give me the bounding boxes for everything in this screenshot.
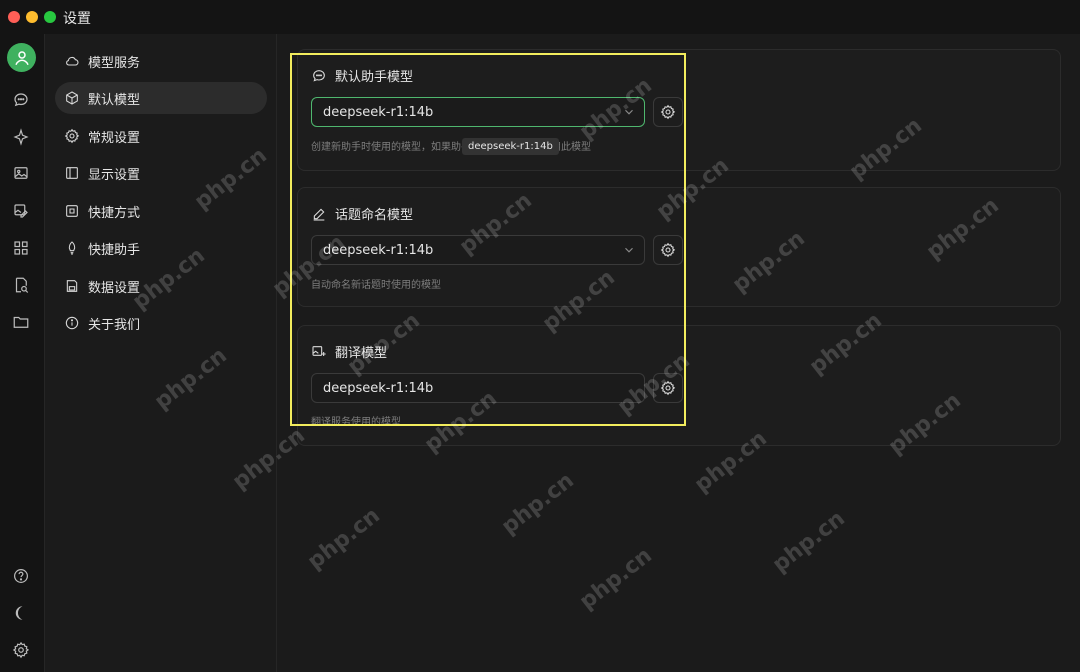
nav-item-shortcuts[interactable]: 快捷方式 [55, 195, 267, 227]
nav-item-general-settings[interactable]: 常规设置 [55, 120, 267, 152]
chevron-down-icon [625, 109, 633, 115]
model-tooltip: deepseek-r1:14b [462, 138, 559, 155]
zoom-window-button[interactable] [44, 11, 56, 23]
image-edit-icon[interactable] [10, 200, 32, 222]
title-bar: 设置 [0, 0, 1080, 34]
nav-item-model-service[interactable]: 模型服务 [55, 45, 267, 77]
default-assistant-model-settings-button[interactable] [653, 97, 683, 127]
nav-item-display-settings[interactable]: 显示设置 [55, 157, 267, 189]
nav-item-data-settings[interactable]: 数据设置 [55, 270, 267, 302]
section-title-text: 翻译模型 [335, 346, 388, 361]
cloud-icon [64, 53, 80, 69]
nav-item-label: 快捷方式 [88, 205, 141, 221]
nav-item-label: 常规设置 [88, 130, 141, 146]
nav-item-label: 默认模型 [88, 92, 141, 108]
section-title-translation-model: 翻译模型 [311, 342, 387, 361]
section-title-default-assistant-model: 默认助手模型 [311, 66, 413, 85]
window-title: 设置 [63, 11, 91, 27]
selected-model-value: deepseek-r1:14b [323, 242, 434, 258]
doc-search-icon[interactable] [10, 274, 32, 296]
section-title-text: 话题命名模型 [335, 208, 414, 223]
command-icon [64, 203, 80, 219]
layout-icon [64, 165, 80, 181]
default-assistant-model-select[interactable]: deepseek-r1:14b [311, 97, 645, 127]
nav-item-default-model[interactable]: 默认模型 [55, 82, 267, 114]
nav-item-label: 数据设置 [88, 280, 141, 296]
translation-model-select[interactable]: deepseek-r1:14b [311, 373, 645, 403]
selected-model-value: deepseek-r1:14b [323, 380, 434, 396]
gear-icon [660, 242, 676, 258]
chat-bubble-icon[interactable] [10, 89, 32, 111]
image-icon[interactable] [10, 162, 32, 184]
close-window-button[interactable] [8, 11, 20, 23]
save-icon [64, 278, 80, 294]
moon-icon[interactable] [10, 602, 32, 624]
chat-bubble-icon [311, 68, 327, 84]
info-icon [64, 315, 80, 331]
minimize-window-button[interactable] [26, 11, 38, 23]
chevron-down-icon [625, 247, 633, 253]
avatar[interactable] [7, 43, 36, 72]
section-title-text: 默认助手模型 [335, 70, 414, 85]
gear-icon [660, 380, 676, 396]
translation-model-hint: 翻译服务使用的模型 [311, 417, 401, 428]
topic-naming-model-select[interactable]: deepseek-r1:14b [311, 235, 645, 265]
gear-icon [64, 128, 80, 144]
topic-naming-model-settings-button[interactable] [653, 235, 683, 265]
nav-item-about-us[interactable]: 关于我们 [55, 307, 267, 339]
nav-item-quick-assistant[interactable]: 快捷助手 [55, 232, 267, 264]
help-icon[interactable] [10, 565, 32, 587]
selected-model-value: deepseek-r1:14b [323, 104, 434, 120]
topic-naming-model-hint: 自动命名新话题时使用的模型 [311, 280, 441, 291]
rocket-icon [64, 240, 80, 256]
translation-model-settings-button[interactable] [653, 373, 683, 403]
nav-item-label: 关于我们 [88, 317, 141, 333]
section-title-topic-naming-model: 话题命名模型 [311, 204, 413, 223]
nav-item-label: 快捷助手 [88, 242, 141, 258]
gear-icon [660, 104, 676, 120]
gear-icon[interactable] [10, 639, 32, 661]
folder-icon[interactable] [10, 311, 32, 333]
app-icon-bar [0, 34, 45, 672]
pencil-icon [311, 206, 327, 222]
sparkle-icon[interactable] [10, 126, 32, 148]
cube-icon [64, 90, 80, 106]
grid-apps-icon[interactable] [10, 237, 32, 259]
user-icon [14, 50, 29, 65]
nav-item-label: 模型服务 [88, 55, 141, 71]
settings-nav: 模型服务 默认模型 常规设置 显示设置 快捷方式 快捷助手 数据设置 关于我们 [45, 34, 277, 672]
nav-item-label: 显示设置 [88, 167, 141, 183]
image-translate-icon [311, 344, 327, 360]
